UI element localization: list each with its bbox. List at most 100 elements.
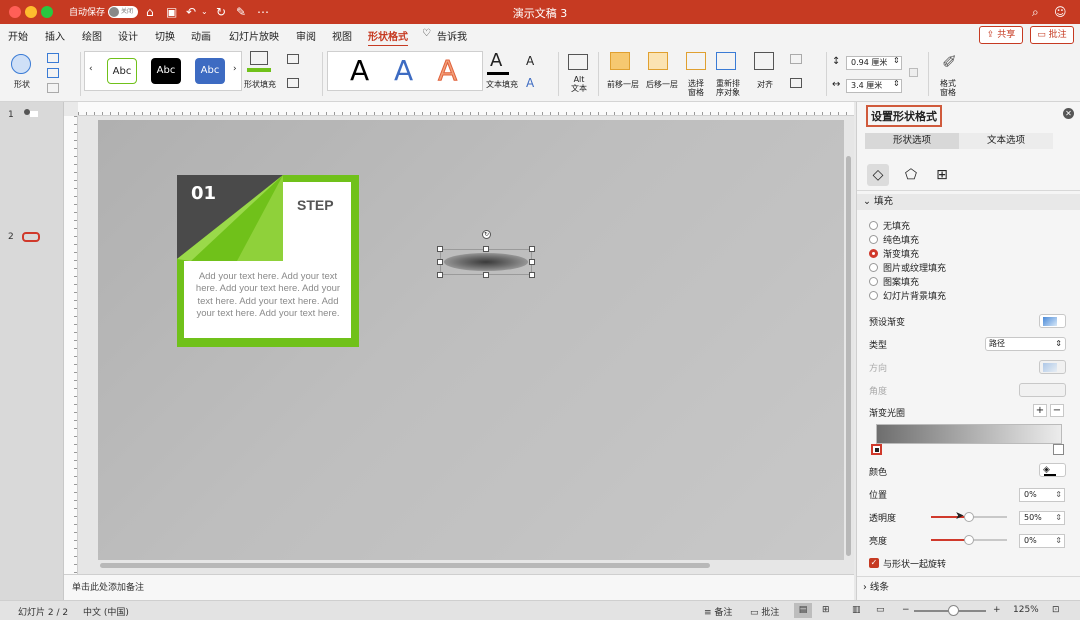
width-stepper-icon[interactable]: ⇕ [893,79,900,88]
text-box-icon[interactable] [47,53,59,63]
remove-stop-button[interactable]: − [1050,404,1064,417]
tab-transitions[interactable]: 切换 [155,28,175,43]
text-effects-icon[interactable]: A [526,76,534,90]
format-pane-icon[interactable]: ✐ [942,52,957,73]
reorder-objects-icon[interactable] [716,52,736,70]
tab-text-options[interactable]: 文本选项 [959,133,1053,149]
paint-bucket-icon[interactable] [250,51,268,65]
type-dropdown[interactable]: 路径 ⇕ [985,337,1066,351]
fit-to-window-icon[interactable]: ⊡ [1052,605,1060,615]
resize-handle[interactable] [529,259,535,265]
wordart-sample-blue[interactable]: A [394,56,413,86]
gradient-stop-left[interactable] [871,444,882,455]
notes-area[interactable]: 单击此处添加备注 [64,574,854,600]
reading-view-icon[interactable]: ▥ [852,605,861,615]
send-backward-icon[interactable] [648,52,668,70]
fill-line-icon[interactable]: ◇ [867,164,889,186]
radio-slide-bg-fill[interactable] [869,291,878,300]
comments-button[interactable]: ▭ 批注 [1030,26,1074,44]
radio-pattern-fill[interactable] [869,277,878,286]
style-sample-outline[interactable]: Abc [107,58,137,84]
resize-handle[interactable] [483,246,489,252]
color-picker-button[interactable]: ◈ [1039,463,1066,477]
lock-aspect-icon[interactable] [909,68,918,77]
edit-shape-icon[interactable] [47,68,59,78]
tab-review[interactable]: 审阅 [296,28,316,43]
lightbulb-icon[interactable]: ♡ [422,28,431,39]
radio-picture-fill[interactable] [869,263,878,272]
text-outline-icon[interactable]: A [526,54,534,68]
zoom-slider-knob[interactable] [948,605,959,616]
preset-gradient-dropdown[interactable] [1039,314,1066,328]
line-section-header[interactable]: › 线条 [857,580,1080,596]
wordart-sample-black[interactable]: A [350,56,369,86]
notes-toggle[interactable]: ≡ 备注 [704,605,732,618]
tab-design[interactable]: 设计 [118,28,138,43]
align-icon[interactable] [754,52,774,70]
tell-me[interactable]: 告诉我 [437,28,467,43]
slide-thumbnail-1[interactable] [22,109,40,119]
resize-handle[interactable] [483,272,489,278]
transparency-slider[interactable] [931,512,1007,522]
gallery-prev-icon[interactable]: ‹ [89,64,93,74]
tab-slideshow[interactable]: 幻灯片放映 [229,28,279,43]
resize-handle[interactable] [529,272,535,278]
zoom-out-icon[interactable]: − [902,605,910,615]
rotate-icon[interactable] [790,78,802,88]
rotation-handle[interactable]: ↻ [482,230,491,239]
fill-section-header[interactable]: ⌄ 填充 [857,194,1080,210]
tab-insert[interactable]: 插入 [45,28,65,43]
resize-handle[interactable] [437,259,443,265]
brightness-input[interactable]: 0% [1019,534,1065,548]
height-stepper-icon[interactable]: ⇕ [893,56,900,65]
resize-handle[interactable] [437,272,443,278]
effects-icon[interactable]: ⬠ [900,164,922,186]
transparency-slider-knob[interactable] [964,512,974,522]
tab-animations[interactable]: 动画 [191,28,211,43]
position-input[interactable]: 0% [1019,488,1065,502]
add-stop-button[interactable]: + [1033,404,1047,417]
style-sample-black[interactable]: Abc [151,58,181,84]
shapes-icon[interactable] [11,54,31,74]
gallery-next-icon[interactable]: › [233,64,237,74]
horizontal-scrollbar[interactable] [100,563,710,568]
selection-pane-icon[interactable] [686,52,706,70]
slide-sorter-icon[interactable]: ⊞ [822,605,830,615]
step-card[interactable]: 01 STEP Add your text here. Add your tex… [177,175,359,347]
slide-thumbnail-2[interactable] [22,232,40,242]
brightness-slider[interactable] [931,535,1007,545]
merge-shapes-icon[interactable] [47,83,59,93]
radio-solid-fill[interactable] [869,235,878,244]
slideshow-icon[interactable]: ▭ [876,605,885,615]
style-sample-blue[interactable]: Abc [195,58,225,84]
vertical-scrollbar[interactable] [846,156,851,556]
share-button[interactable]: ⇪ 共享 [979,26,1023,44]
text-fill-icon[interactable]: A [490,50,502,71]
zoom-level[interactable]: 125% [1013,605,1039,615]
shape-outline-icon[interactable] [287,54,299,64]
transparency-input[interactable]: 50% [1019,511,1065,525]
account-icon[interactable]: ☺ [1054,4,1067,20]
zoom-in-icon[interactable]: + [993,605,1001,615]
alt-text-icon[interactable] [568,54,588,70]
tab-home[interactable]: 开始 [8,28,28,43]
selected-shape[interactable] [437,246,535,278]
gradient-stops-bar[interactable] [876,424,1062,444]
resize-handle[interactable] [437,246,443,252]
wordart-sample-orange[interactable]: A [437,55,457,86]
search-icon[interactable]: ⌕ [1032,4,1039,20]
shape-effects-icon[interactable] [287,78,299,88]
group-icon[interactable] [790,54,802,64]
tab-shape-format[interactable]: 形状格式 [368,28,408,47]
resize-handle[interactable] [529,246,535,252]
normal-view-icon[interactable]: ▤ [794,603,812,618]
size-properties-icon[interactable]: ⊞ [931,164,953,186]
tab-draw[interactable]: 绘图 [82,28,102,43]
language-indicator[interactable]: 中文 (中国) [83,605,129,618]
close-icon[interactable]: ✕ [1063,108,1074,119]
tab-view[interactable]: 视图 [332,28,352,43]
tab-shape-options[interactable]: 形状选项 [865,133,959,149]
radio-no-fill[interactable] [869,221,878,230]
gradient-stop-right[interactable] [1053,444,1064,455]
radio-gradient-fill[interactable] [869,249,878,258]
